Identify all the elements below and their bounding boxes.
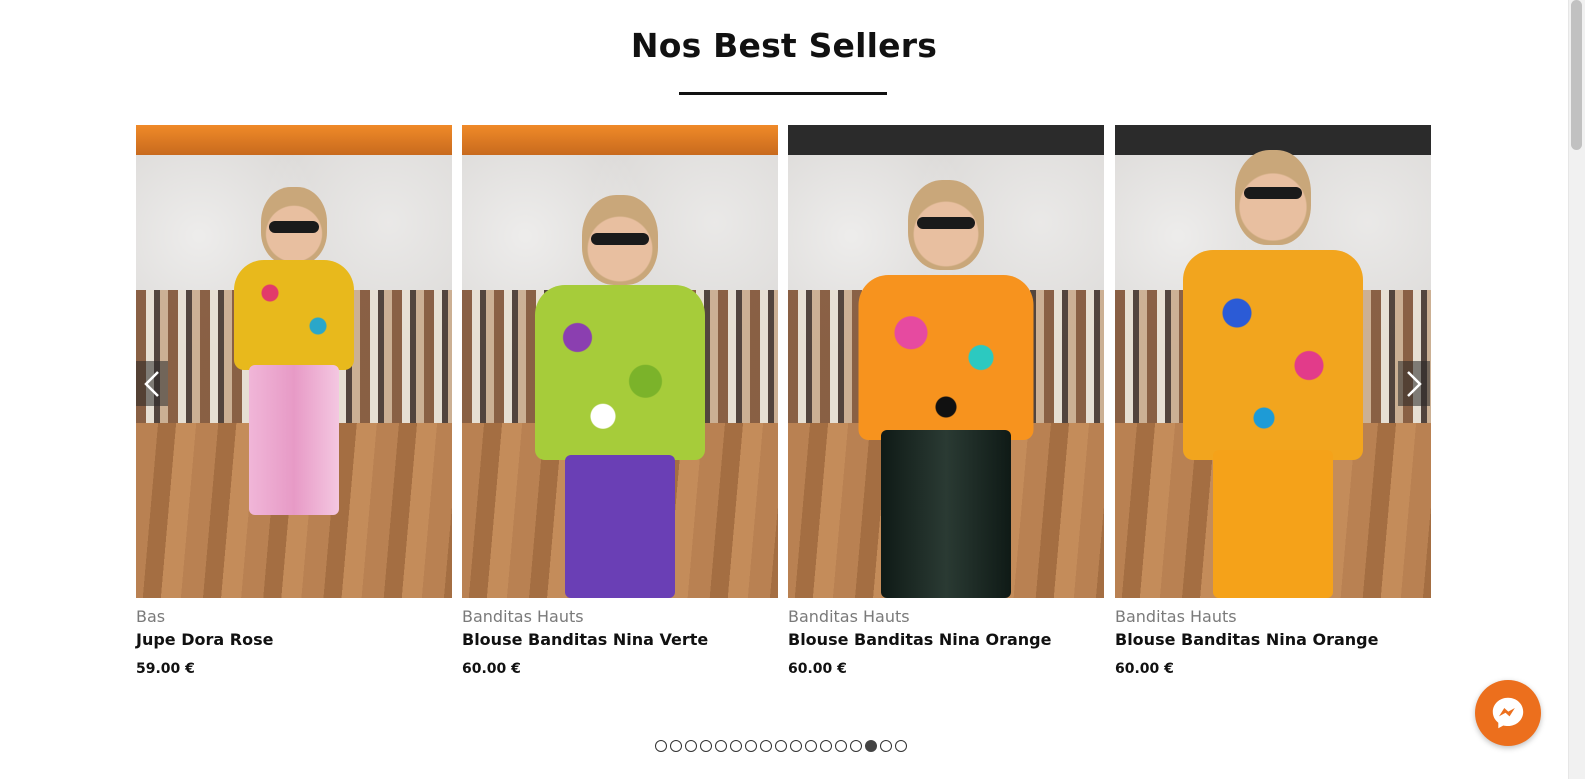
section-title: Nos Best Sellers bbox=[630, 26, 938, 65]
product-image[interactable] bbox=[1115, 125, 1431, 598]
product-price: 60.00 € bbox=[1115, 661, 1174, 677]
product-category[interactable]: Banditas Hauts bbox=[1115, 607, 1431, 627]
product-price: 59.00 € bbox=[136, 661, 195, 677]
carousel-dot[interactable] bbox=[760, 740, 772, 752]
chevron-left-icon bbox=[144, 370, 159, 397]
title-underline bbox=[679, 92, 887, 95]
carousel-next-button[interactable] bbox=[1398, 361, 1430, 406]
carousel-dot[interactable] bbox=[895, 740, 907, 752]
messenger-icon bbox=[1492, 697, 1524, 729]
product-category[interactable]: Banditas Hauts bbox=[788, 607, 1104, 627]
chevron-right-icon bbox=[1407, 370, 1422, 397]
product-category[interactable]: Banditas Hauts bbox=[462, 607, 778, 627]
product-card[interactable]: Bas Jupe Dora Rose 59.00 € bbox=[136, 125, 452, 678]
carousel-dot[interactable] bbox=[655, 740, 667, 752]
carousel-prev-button[interactable] bbox=[136, 361, 168, 406]
carousel-dot[interactable] bbox=[865, 740, 877, 752]
carousel-dot[interactable] bbox=[850, 740, 862, 752]
messenger-chat-button[interactable] bbox=[1475, 680, 1541, 746]
carousel-dot[interactable] bbox=[700, 740, 712, 752]
carousel-dot[interactable] bbox=[805, 740, 817, 752]
carousel-dot[interactable] bbox=[880, 740, 892, 752]
product-image[interactable] bbox=[462, 125, 778, 598]
product-category[interactable]: Bas bbox=[136, 607, 452, 627]
product-name[interactable]: Blouse Banditas Nina Orange bbox=[788, 630, 1104, 650]
carousel-dot[interactable] bbox=[730, 740, 742, 752]
carousel-dot[interactable] bbox=[820, 740, 832, 752]
carousel-dot[interactable] bbox=[775, 740, 787, 752]
carousel-dot[interactable] bbox=[670, 740, 682, 752]
product-card[interactable]: Banditas Hauts Blouse Banditas Nina Oran… bbox=[788, 125, 1104, 678]
carousel-dot[interactable] bbox=[685, 740, 697, 752]
page-scrollbar[interactable] bbox=[1568, 0, 1585, 779]
product-name[interactable]: Jupe Dora Rose bbox=[136, 630, 452, 650]
scrollbar-thumb[interactable] bbox=[1571, 0, 1582, 150]
carousel-pagination bbox=[655, 740, 907, 752]
product-image[interactable] bbox=[136, 125, 452, 598]
product-card[interactable]: Banditas Hauts Blouse Banditas Nina Oran… bbox=[1115, 125, 1431, 678]
product-image[interactable] bbox=[788, 125, 1104, 598]
carousel-dot[interactable] bbox=[835, 740, 847, 752]
carousel-dot[interactable] bbox=[790, 740, 802, 752]
product-price: 60.00 € bbox=[462, 661, 521, 677]
carousel-dot[interactable] bbox=[745, 740, 757, 752]
product-card[interactable]: Banditas Hauts Blouse Banditas Nina Vert… bbox=[462, 125, 778, 678]
product-price: 60.00 € bbox=[788, 661, 847, 677]
carousel-dot[interactable] bbox=[715, 740, 727, 752]
product-name[interactable]: Blouse Banditas Nina Orange bbox=[1115, 630, 1431, 650]
product-name[interactable]: Blouse Banditas Nina Verte bbox=[462, 630, 778, 650]
